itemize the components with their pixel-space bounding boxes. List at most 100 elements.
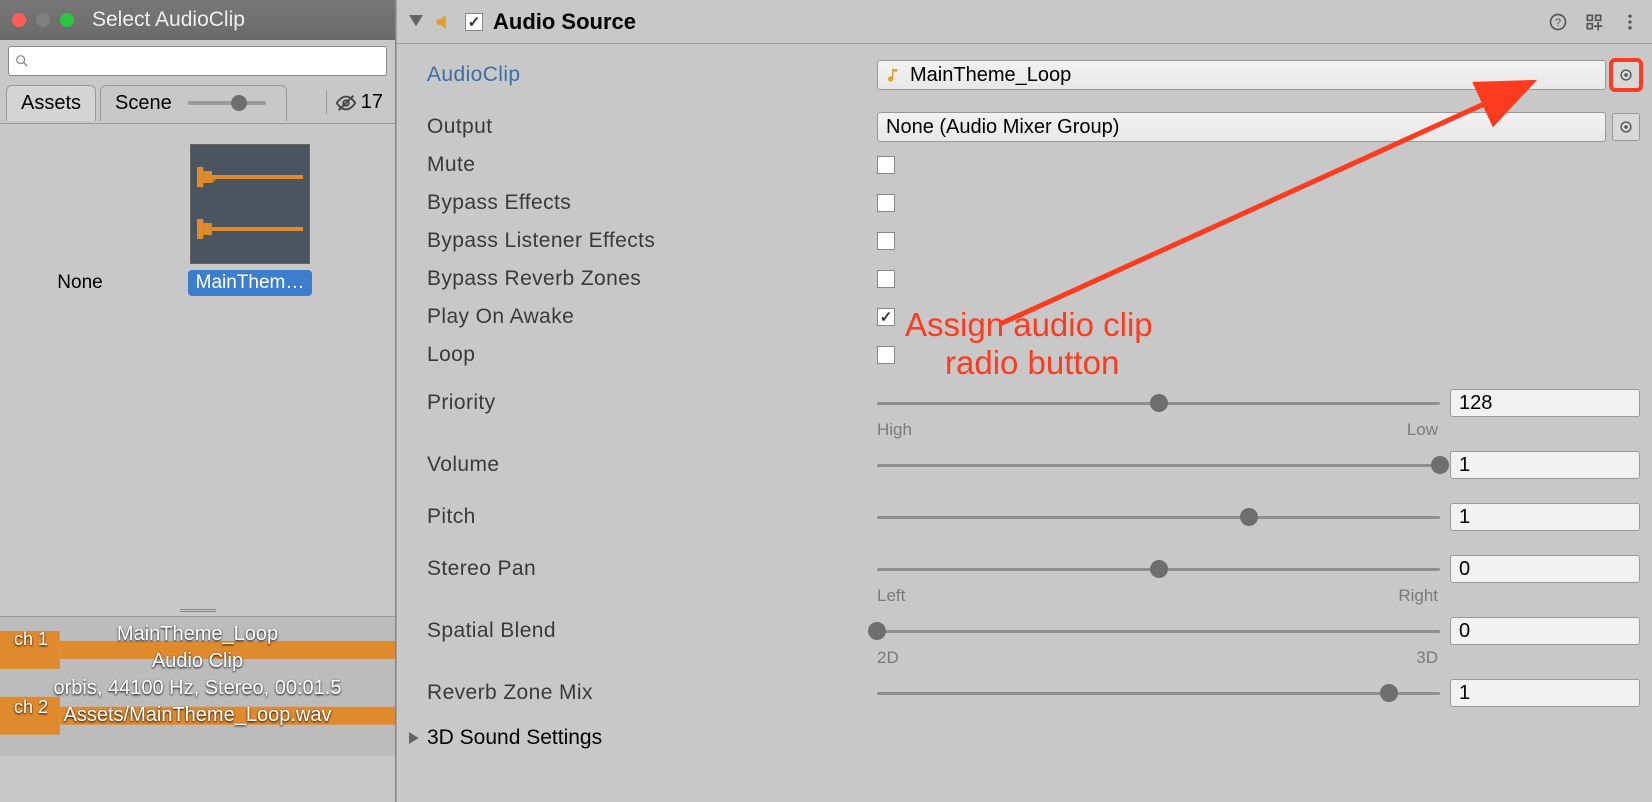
label-spatial-blend: Spatial Blend (427, 619, 877, 643)
row-pitch: Pitch 1 (427, 498, 1640, 536)
row-reverb-zone-mix: Reverb Zone Mix 1 (427, 674, 1640, 712)
row-bypass-effects: Bypass Effects (427, 184, 1640, 222)
label-audioclip: AudioClip (427, 63, 877, 87)
audioclip-value: MainTheme_Loop (910, 64, 1071, 87)
spatial-max-label: 3D (1416, 648, 1438, 668)
spatial-blend-value[interactable]: 0 (1450, 617, 1640, 645)
pitch-slider[interactable] (877, 508, 1440, 526)
label-bypass-listener: Bypass Listener Effects (427, 229, 877, 253)
label-bypass-reverb: Bypass Reverb Zones (427, 267, 877, 291)
assets-grid: None MainThem… (0, 124, 395, 604)
label-mute: Mute (427, 153, 877, 177)
row-stereo-pan: Stereo Pan 0 (427, 550, 1640, 588)
audio-source-icon (433, 11, 455, 33)
zoom-window-button[interactable] (60, 13, 74, 27)
row-play-on-awake: Play On Awake (427, 298, 1640, 336)
hidden-objects-toggle[interactable]: 17 (326, 91, 389, 114)
search-icon (15, 54, 29, 68)
foldout-toggle[interactable] (409, 15, 423, 29)
search-field[interactable] (8, 46, 387, 76)
loop-checkbox[interactable] (877, 346, 895, 364)
window-title: Select AudioClip (92, 8, 245, 32)
tab-scene-label: Scene (115, 92, 172, 115)
reverb-zone-mix-value[interactable]: 1 (1450, 679, 1640, 707)
row-loop: Loop (427, 336, 1640, 374)
asset-label: MainThem… (188, 270, 313, 296)
tab-scene[interactable]: Scene (100, 85, 287, 121)
component-title: Audio Source (493, 9, 1538, 35)
component-header-buttons: ? (1548, 12, 1640, 32)
preview-resize-handle[interactable] (0, 604, 395, 616)
audioclip-picker-button[interactable] (1612, 61, 1640, 89)
output-field[interactable]: None (Audio Mixer Group) (877, 112, 1606, 142)
inspector-panel: Audio Source ? AudioClip MainTheme_Loop (396, 0, 1652, 802)
row-stereo-labels: Left Right (427, 588, 1640, 612)
label-loop: Loop (427, 343, 877, 367)
preview-panel: ch 1 ch 2 MainTheme_Loop Audio Clip orbi… (0, 616, 395, 756)
row-volume: Volume 1 (427, 446, 1640, 484)
label-play-on-awake: Play On Awake (427, 305, 877, 329)
eye-slash-icon (335, 92, 357, 114)
label-reverb-zone-mix: Reverb Zone Mix (427, 681, 877, 705)
label-3d-sound-settings: 3D Sound Settings (427, 726, 602, 750)
stereo-max-label: Right (1398, 586, 1438, 606)
stereo-pan-value[interactable]: 0 (1450, 555, 1640, 583)
foldout-3d-sound-settings[interactable]: 3D Sound Settings (409, 712, 1640, 750)
priority-slider[interactable] (877, 394, 1440, 412)
asset-item-none[interactable]: None (10, 144, 150, 296)
thumbnail-size-slider[interactable] (182, 101, 272, 105)
asset-label: None (49, 270, 110, 296)
priority-value[interactable]: 128 (1450, 389, 1640, 417)
volume-value[interactable]: 1 (1450, 451, 1640, 479)
label-stereo-pan: Stereo Pan (427, 557, 877, 581)
kebab-menu-icon[interactable] (1620, 12, 1640, 32)
search-input[interactable] (29, 52, 380, 70)
stereo-min-label: Left (877, 586, 905, 606)
picker-tabs: Assets Scene 17 (0, 82, 395, 124)
svg-text:?: ? (1555, 17, 1561, 29)
priority-min-label: High (877, 420, 912, 440)
output-picker-button[interactable] (1612, 113, 1640, 141)
close-window-button[interactable] (12, 13, 26, 27)
asset-item-maintheme[interactable]: MainThem… (180, 144, 320, 296)
priority-max-label: Low (1407, 420, 1438, 440)
label-priority: Priority (427, 391, 877, 415)
bypass-listener-checkbox[interactable] (877, 232, 895, 250)
audioclip-icon (886, 67, 902, 83)
none-thumb (20, 144, 140, 264)
presets-icon[interactable] (1584, 12, 1604, 32)
hidden-count: 17 (361, 91, 383, 114)
preview-name: MainTheme_Loop (0, 621, 395, 648)
play-on-awake-checkbox[interactable] (877, 308, 895, 326)
pitch-value[interactable]: 1 (1450, 503, 1640, 531)
row-mute: Mute (427, 146, 1640, 184)
component-enabled-checkbox[interactable] (465, 13, 483, 31)
row-bypass-listener: Bypass Listener Effects (427, 222, 1640, 260)
reverb-zone-mix-slider[interactable] (877, 684, 1440, 702)
tab-assets[interactable]: Assets (6, 85, 96, 121)
audioclip-field[interactable]: MainTheme_Loop (877, 60, 1606, 90)
help-icon[interactable]: ? (1548, 12, 1568, 32)
preview-path: Assets/MainTheme_Loop.wav (0, 702, 395, 729)
label-bypass-effects: Bypass Effects (427, 191, 877, 215)
minimize-window-button[interactable] (36, 13, 50, 27)
output-value: None (Audio Mixer Group) (886, 116, 1119, 139)
row-bypass-reverb: Bypass Reverb Zones (427, 260, 1640, 298)
preview-meta: orbis, 44100 Hz, Stereo, 00:01.5 (0, 675, 395, 702)
bypass-reverb-checkbox[interactable] (877, 270, 895, 288)
volume-slider[interactable] (877, 456, 1440, 474)
row-spatial-blend: Spatial Blend 0 (427, 612, 1640, 650)
chevron-right-icon (409, 732, 421, 744)
audioclip-thumb (190, 144, 310, 264)
component-header: Audio Source ? (397, 0, 1652, 44)
bypass-effects-checkbox[interactable] (877, 194, 895, 212)
spatial-blend-slider[interactable] (877, 622, 1440, 640)
row-priority: Priority 128 (427, 384, 1640, 422)
stereo-pan-slider[interactable] (877, 560, 1440, 578)
mute-checkbox[interactable] (877, 156, 895, 174)
target-icon (1619, 120, 1633, 134)
row-spatial-labels: 2D 3D (427, 650, 1640, 674)
label-output: Output (427, 115, 877, 139)
row-priority-labels: High Low (427, 422, 1640, 446)
spatial-min-label: 2D (877, 648, 899, 668)
